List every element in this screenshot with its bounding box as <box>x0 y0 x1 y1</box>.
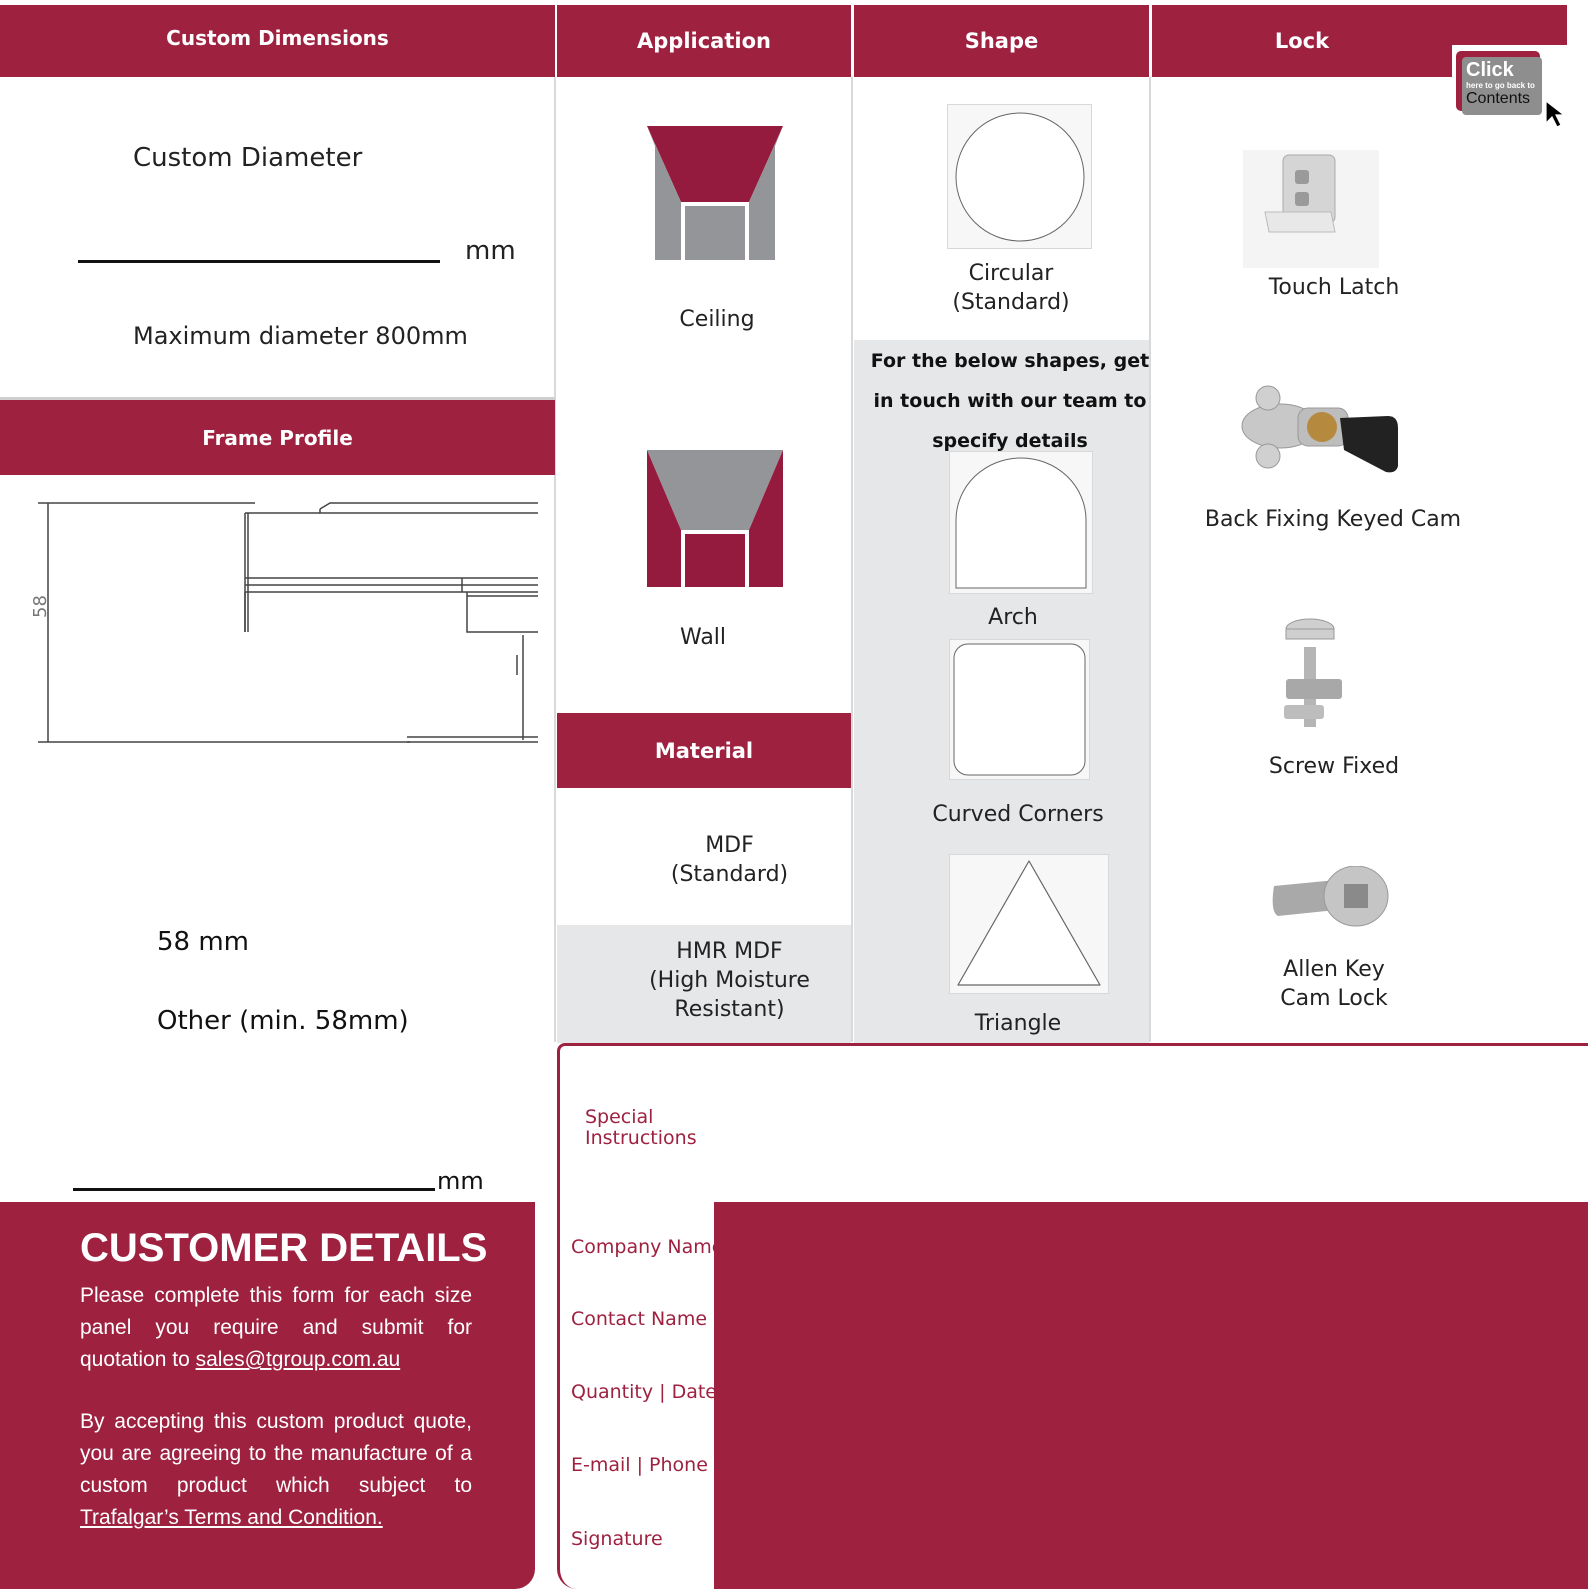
back-to-contents-button[interactable]: Click here to go back to Contents <box>1456 49 1568 131</box>
header-frame-profile: Frame Profile <box>0 400 555 475</box>
allen-key-label-line1: Allen Key <box>1283 957 1385 982</box>
triangle-label: Triangle <box>974 1011 1062 1036</box>
triangle-shape-image[interactable] <box>949 854 1109 994</box>
screw-fixed-label: Screw Fixed <box>1268 754 1400 779</box>
header-application: Application <box>557 5 851 77</box>
circular-label-line2: (Standard) <box>952 290 1070 315</box>
back-fixing-keyed-cam-image[interactable] <box>1240 376 1402 476</box>
header-custom-dimensions: Custom Dimensions <box>0 5 555 77</box>
special-instructions-line2: Instructions <box>585 1127 697 1149</box>
material-option-hmr[interactable]: HMR MDF (High Moisture Resistant) <box>557 937 902 1024</box>
frame-profile-drawing <box>38 502 538 743</box>
header-frame-profile-label: Frame Profile <box>202 425 353 450</box>
customer-terms-text: By accepting this custom product quote, … <box>80 1410 472 1497</box>
cursor-icon <box>1545 99 1566 128</box>
ceiling-label: Ceiling <box>679 307 755 332</box>
frame-other-unit: mm <box>437 1167 484 1195</box>
special-shapes-note: For the below shapes, get in touch with … <box>870 341 1150 461</box>
special-instructions-line1: Special <box>585 1106 654 1128</box>
header-lock-label: Lock <box>1274 29 1330 53</box>
material-mdf-line1: MDF <box>705 833 754 858</box>
circular-shape-image[interactable] <box>947 104 1092 249</box>
frame-profile-dimension-label: 58 <box>30 595 51 618</box>
allen-key-cam-lock-label: Allen Key Cam Lock <box>1252 955 1416 1013</box>
contents-click-text: Click <box>1466 59 1514 81</box>
arch-shape-image[interactable] <box>949 451 1093 594</box>
header-custom-dimensions-label: Custom Dimensions <box>166 26 389 50</box>
custom-diameter-input-line[interactable] <box>78 260 440 263</box>
circular-label-line1: Circular <box>968 261 1054 286</box>
max-diameter-note: Maximum diameter 800mm <box>133 322 468 350</box>
special-shapes-note-line1: For the below shapes, get <box>870 350 1150 372</box>
sales-email-link[interactable]: sales@tgroup.com.au <box>196 1348 401 1371</box>
ceiling-icon[interactable] <box>647 126 783 260</box>
header-shape-label: Shape <box>964 29 1039 53</box>
curved-corners-label: Curved Corners <box>932 802 1104 827</box>
column-divider <box>1149 77 1151 1042</box>
frame-other-input-line[interactable] <box>73 1188 435 1191</box>
contents-button-face: Click here to go back to Contents <box>1462 57 1542 115</box>
curved-corners-shape-image[interactable] <box>949 639 1090 780</box>
quantity-date-label: Quantity | Date <box>571 1381 717 1403</box>
custom-diameter-label: Custom Diameter <box>133 143 363 173</box>
column-divider <box>851 77 853 1042</box>
allen-key-cam-lock-image[interactable] <box>1270 866 1392 932</box>
header-shape: Shape <box>854 5 1149 77</box>
header-material-label: Material <box>654 738 754 763</box>
frame-option-58mm[interactable]: 58 mm <box>157 927 249 957</box>
special-shapes-note-line2: in touch with our team to <box>873 390 1147 412</box>
circular-label: Circular (Standard) <box>946 259 1076 317</box>
material-hmr-line1: HMR MDF <box>676 939 783 964</box>
screw-fixed-image[interactable] <box>1270 617 1350 735</box>
material-option-mdf[interactable]: MDF (Standard) <box>557 831 902 889</box>
arch-label: Arch <box>988 605 1038 630</box>
material-hmr-line2: (High Moisture <box>649 968 810 993</box>
email-phone-label: E-mail | Phone <box>571 1454 708 1476</box>
touch-latch-label: Touch Latch <box>1268 275 1400 300</box>
frame-option-other[interactable]: Other (min. 58mm) <box>157 1006 409 1036</box>
wall-label: Wall <box>679 625 727 650</box>
company-name-label: Company Name <box>571 1236 724 1258</box>
back-fixing-keyed-cam-label: Back Fixing Keyed Cam <box>1204 507 1462 532</box>
material-mdf-line2: (Standard) <box>670 862 789 887</box>
contact-name-label: Contact Name <box>571 1308 708 1330</box>
header-application-label: Application <box>637 29 771 53</box>
allen-key-label-line2: Cam Lock <box>1280 986 1388 1011</box>
special-instructions-label: Special Instructions <box>585 1107 697 1149</box>
contents-subtext: here to go back to <box>1466 81 1535 90</box>
header-material: Material <box>557 713 851 788</box>
header-lock: Lock <box>1152 5 1452 77</box>
contents-text: Contents <box>1466 90 1531 107</box>
touch-latch-image[interactable] <box>1243 150 1379 268</box>
form-fields-area[interactable] <box>714 1202 1588 1589</box>
customer-details-title: CUSTOMER DETAILS <box>80 1226 488 1270</box>
custom-diameter-unit: mm <box>465 236 516 266</box>
header-lock-extension <box>1452 5 1567 45</box>
special-instructions-box[interactable] <box>557 1043 1588 1223</box>
wall-icon[interactable] <box>647 450 783 587</box>
material-hmr-line3: Resistant) <box>674 997 785 1022</box>
customer-details-text: Please complete this form for each size … <box>80 1280 472 1534</box>
customer-terms-paragraph: By accepting this custom product quote, … <box>80 1406 472 1534</box>
signature-label: Signature <box>571 1528 663 1550</box>
column-divider <box>554 77 556 1042</box>
terms-link[interactable]: Trafalgar’s Terms and Condition. <box>80 1506 383 1529</box>
customer-instructions-paragraph: Please complete this form for each size … <box>80 1280 472 1376</box>
